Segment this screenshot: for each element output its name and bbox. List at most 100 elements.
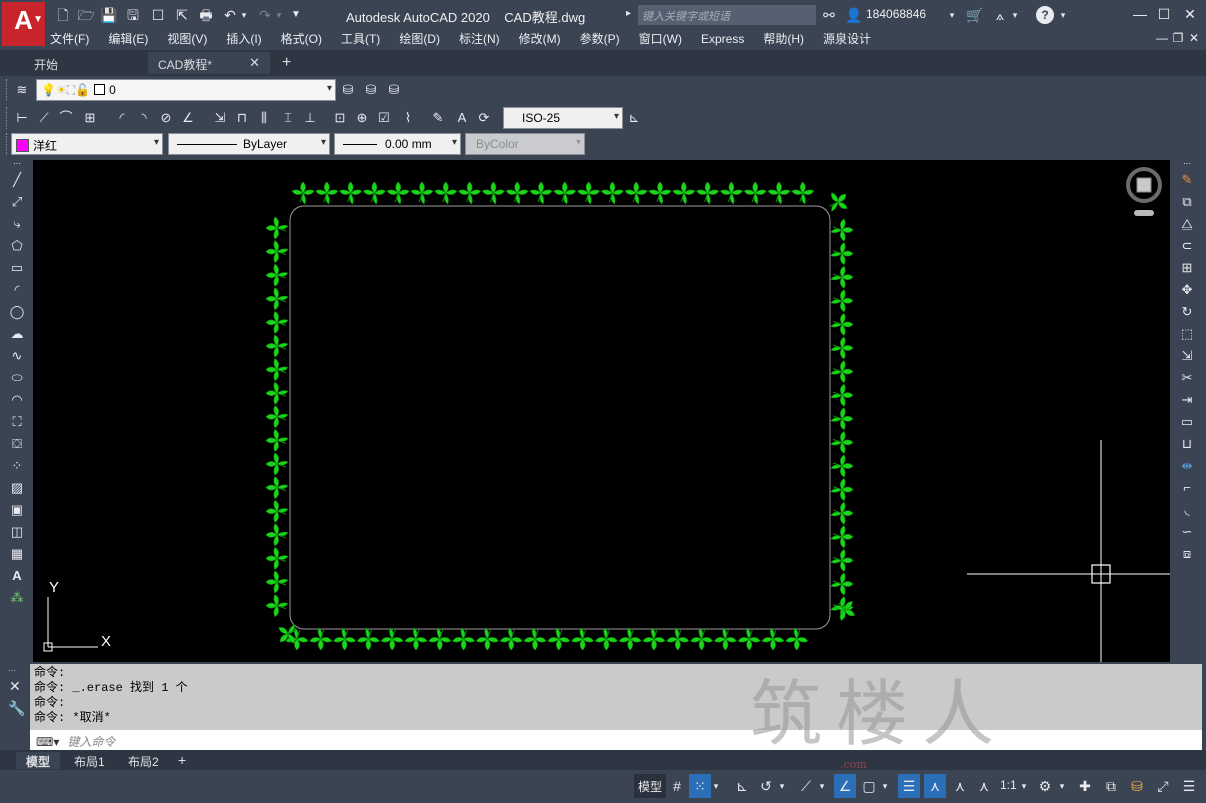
toolbar-grip[interactable] bbox=[6, 133, 9, 155]
menu-tools[interactable]: 工具(T) bbox=[341, 30, 380, 47]
ordinate-dim-icon[interactable]: ⊞ bbox=[80, 107, 100, 129]
command-prompt-icon[interactable]: ⌨▾ bbox=[36, 735, 59, 749]
plus-icon[interactable]: ✚ bbox=[1074, 774, 1096, 798]
doc-close-button[interactable]: ✕ bbox=[1184, 30, 1204, 46]
clean-screen-icon[interactable]: ⤢ bbox=[1152, 774, 1174, 798]
chevron-down-icon[interactable]: ▾ bbox=[946, 6, 958, 24]
drawing-svg[interactable]: Y X bbox=[33, 160, 1170, 662]
extend-icon[interactable]: ⇥ bbox=[1177, 390, 1197, 410]
center-mark-icon[interactable]: ⊕ bbox=[352, 107, 372, 129]
fillet-icon[interactable]: ◟ bbox=[1177, 500, 1197, 520]
user-icon[interactable]: 👤 bbox=[845, 6, 863, 24]
scale-icon[interactable]: ⬚ bbox=[1177, 324, 1197, 344]
inspection-icon[interactable]: ☑ bbox=[374, 107, 394, 129]
chamfer-icon[interactable]: ⌐ bbox=[1177, 478, 1197, 498]
hardware-accel-icon[interactable]: ⛁ bbox=[1126, 774, 1148, 798]
line-icon[interactable]: ╱ bbox=[7, 170, 27, 190]
undo-dropdown-icon[interactable]: ▾ bbox=[239, 6, 249, 24]
chevron-down-icon[interactable]: ▾ bbox=[1058, 6, 1068, 24]
tab-cad-tutorial[interactable]: CAD教程* ✕ bbox=[148, 52, 270, 74]
insert-block-icon[interactable]: ⛶ bbox=[7, 412, 27, 432]
add-layout-button[interactable]: + bbox=[172, 752, 192, 769]
export-icon[interactable]: ⇱ bbox=[173, 6, 191, 24]
tolerance-icon[interactable]: ⊡ bbox=[330, 107, 350, 129]
trim-icon[interactable]: ✂ bbox=[1177, 368, 1197, 388]
rotate-icon[interactable]: ↻ bbox=[1177, 302, 1197, 322]
tab-layout1[interactable]: 布局1 bbox=[64, 752, 115, 769]
dim-update-icon[interactable]: ⟳ bbox=[474, 107, 494, 129]
new-file-icon[interactable]: 🗋 bbox=[54, 6, 72, 24]
menu-modify[interactable]: 修改(M) bbox=[519, 30, 561, 47]
open-folder-icon[interactable]: 🗁 bbox=[77, 6, 95, 24]
username-label[interactable]: 184068846 bbox=[866, 7, 926, 21]
gear-icon[interactable]: ⚙ bbox=[1034, 774, 1056, 798]
circle-icon[interactable]: ◯ bbox=[7, 302, 27, 322]
lineweight-icon[interactable]: ☰ bbox=[898, 774, 920, 798]
command-input[interactable]: ⌨▾ 键入命令 bbox=[30, 730, 1202, 750]
chevron-down-icon[interactable]: ▾ bbox=[776, 774, 788, 798]
layer-dropdown[interactable]: 💡☀⛶🔓 0 ▾ bbox=[36, 79, 336, 101]
customize-menu-icon[interactable]: ☰ bbox=[1178, 774, 1200, 798]
polyline-icon[interactable]: ⤷ bbox=[7, 214, 27, 234]
erase-icon[interactable]: ✎ bbox=[1177, 170, 1197, 190]
menu-dimension[interactable]: 标注(N) bbox=[459, 30, 500, 47]
customize-qat-icon[interactable]: ▼ bbox=[290, 6, 302, 24]
copy-icon[interactable]: ⧉ bbox=[1177, 192, 1197, 212]
new-tab-button[interactable]: + bbox=[276, 52, 297, 74]
save-icon[interactable]: 💾 bbox=[100, 6, 118, 24]
model-space-button[interactable]: 模型 bbox=[634, 774, 667, 798]
help-icon[interactable]: ? bbox=[1036, 6, 1054, 24]
move-icon[interactable]: ✥ bbox=[1177, 280, 1197, 300]
network-icon[interactable]: ⟑ bbox=[991, 6, 1009, 24]
annotation-visibility-icon[interactable]: ⋏ bbox=[924, 774, 946, 798]
isolate-objects-icon[interactable]: ⧉ bbox=[1100, 774, 1122, 798]
explode-icon[interactable]: ⧈ bbox=[1177, 544, 1197, 564]
add-selected-icon[interactable]: ⁂ bbox=[7, 588, 27, 608]
close-button[interactable]: ✕ bbox=[1180, 4, 1200, 24]
jogged-dim-icon[interactable]: ◝ bbox=[134, 107, 154, 129]
mirror-icon[interactable]: ⧋ bbox=[1177, 214, 1197, 234]
redo-dropdown-icon[interactable]: ▾ bbox=[274, 6, 284, 24]
dim-break-icon[interactable]: ⊥ bbox=[300, 107, 320, 129]
viewcube-icon[interactable] bbox=[1126, 167, 1162, 216]
continue-dim-icon[interactable]: ⫼ bbox=[254, 107, 274, 129]
infer-constraints-icon[interactable]: ⊾ bbox=[731, 774, 753, 798]
menu-format[interactable]: 格式(O) bbox=[281, 30, 322, 47]
dim-space-icon[interactable]: ⌶ bbox=[278, 107, 298, 129]
menu-file[interactable]: 文件(F) bbox=[50, 30, 89, 47]
toolbar-grip[interactable] bbox=[6, 79, 9, 101]
web-mobile-icon[interactable]: ☐ bbox=[149, 6, 167, 24]
object-snap-icon[interactable]: ▢ bbox=[858, 774, 880, 798]
ellipse-arc-icon[interactable]: ◠ bbox=[7, 390, 27, 410]
menu-parametric[interactable]: 参数(P) bbox=[580, 30, 620, 47]
layer-states-icon[interactable]: ⛁ bbox=[384, 79, 404, 101]
drawing-canvas[interactable]: Y X bbox=[33, 160, 1170, 662]
save-as-icon[interactable]: 🖫 bbox=[124, 6, 142, 24]
chevron-down-icon[interactable]: ▾ bbox=[1018, 774, 1030, 798]
tab-start[interactable]: 开始 bbox=[24, 52, 144, 74]
dim-text-edit-icon[interactable]: A bbox=[452, 107, 472, 129]
menu-yuanquan[interactable]: 源泉设计 bbox=[823, 30, 871, 47]
angular-dim-icon[interactable]: ∠ bbox=[178, 107, 198, 129]
search-input[interactable]: 键入关键字或短语 bbox=[638, 5, 816, 25]
revcloud-icon[interactable]: ☁ bbox=[7, 324, 27, 344]
annotation-scale-value[interactable]: 1:1 bbox=[1000, 778, 1017, 792]
chevron-down-icon[interactable]: ▾ bbox=[879, 774, 891, 798]
layer-properties-icon[interactable]: ≋ bbox=[12, 79, 32, 101]
binoculars-icon[interactable]: ⚯ bbox=[820, 6, 838, 24]
array-icon[interactable]: ⊞ bbox=[1177, 258, 1197, 278]
snap-icon[interactable]: ⁙ bbox=[689, 774, 711, 798]
make-block-icon[interactable]: ⛋ bbox=[7, 434, 27, 454]
undo-icon[interactable]: ↶ bbox=[221, 6, 239, 24]
cart-icon[interactable]: 🛒 bbox=[966, 6, 984, 24]
minimize-button[interactable]: — bbox=[1130, 4, 1150, 24]
layer-previous-icon[interactable]: ⛁ bbox=[361, 79, 381, 101]
quick-dim-icon[interactable]: ⇲ bbox=[210, 107, 230, 129]
maximize-button[interactable]: ☐ bbox=[1154, 4, 1174, 24]
object-snap-tracking-icon[interactable]: ∠ bbox=[834, 774, 856, 798]
make-current-layer-icon[interactable]: ⛁ bbox=[338, 79, 358, 101]
gradient-icon[interactable]: ▣ bbox=[7, 500, 27, 520]
auto-scale-icon[interactable]: ⋏ bbox=[949, 774, 971, 798]
blend-curves-icon[interactable]: ∽ bbox=[1177, 522, 1197, 542]
linear-dim-icon[interactable]: ⊢ bbox=[12, 107, 32, 129]
